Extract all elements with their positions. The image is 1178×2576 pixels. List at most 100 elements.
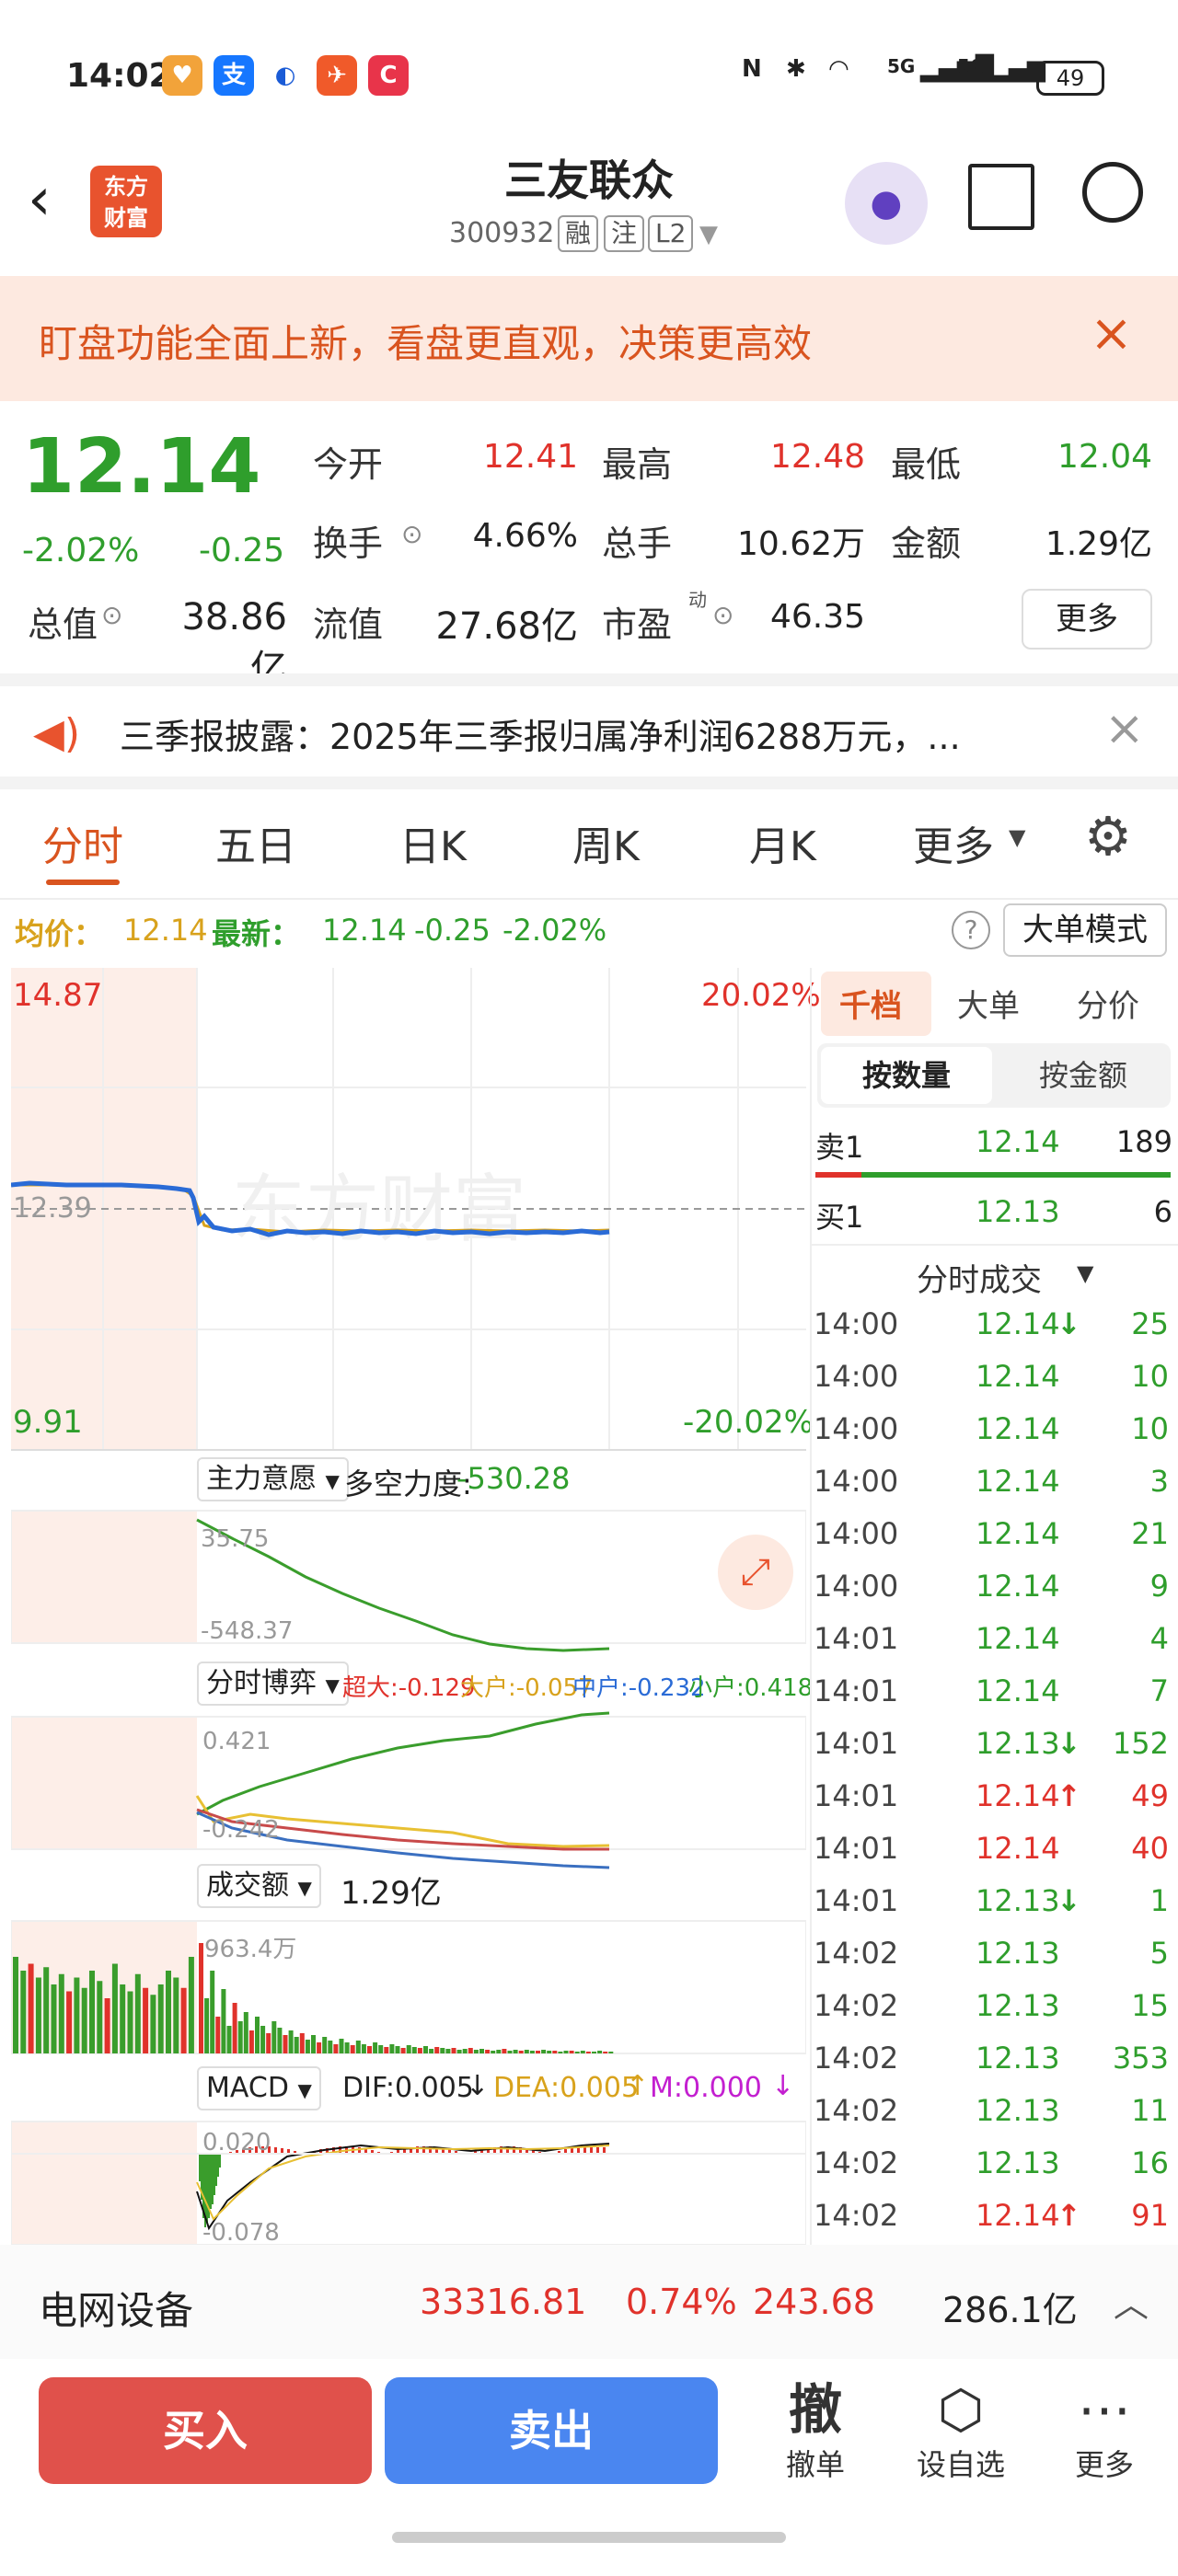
trade-list[interactable]: 14:00 12.14 ↓ 25 14:00 12.14 10 14:00 12.14 10 14:…	[814, 1306, 1174, 2245]
volume-bar	[547, 2051, 552, 2053]
help-icon[interactable]: ?	[952, 911, 990, 949]
volume-bar	[529, 2051, 535, 2053]
tab-daily-k[interactable]: 日K	[399, 813, 467, 872]
arrow-down-icon: ↓	[771, 2070, 795, 2102]
indicator-3-value: 1.29亿	[341, 1875, 442, 1912]
big-order-mode-button[interactable]: 大单模式	[1003, 903, 1167, 957]
volume-bar	[81, 1987, 87, 2053]
chevron-down-icon: ▼	[297, 1877, 312, 1899]
chart-watermark: 东方财富	[232, 1168, 526, 1250]
tab-weekly-k[interactable]: 周K	[572, 813, 640, 872]
gear-icon[interactable]: ⚙	[1084, 810, 1132, 863]
float-value: 27.68亿	[435, 605, 578, 648]
indicator-4-max: 0.020	[202, 2129, 271, 2156]
home-indicator[interactable]	[392, 2532, 786, 2543]
indicator-2-mid: 中户:-0.232	[572, 1674, 706, 1702]
trade-row: 14:00 12.14 10	[814, 1411, 1174, 1464]
trades-title[interactable]: 分时成交	[917, 1255, 1042, 1300]
close-icon[interactable]: ×	[1104, 701, 1145, 756]
intraday-chart[interactable]: 东方财富	[11, 968, 806, 2245]
more-actions-button[interactable]: ⋯ 更多	[1049, 2377, 1160, 2484]
ai-assistant-icon[interactable]: ●	[845, 162, 928, 245]
tab-more[interactable]: 更多	[913, 813, 994, 872]
indicator-3-max: 963.4万	[204, 1936, 297, 1963]
volume-bar	[199, 1943, 203, 2053]
macd-bar	[214, 2154, 215, 2195]
volume-bar	[445, 2049, 451, 2053]
trade-price: 12.13	[976, 1936, 1060, 1971]
trade-qty: 15	[1131, 1988, 1169, 2023]
open-value: 12.41	[482, 438, 578, 476]
tab-order-depth[interactable]: 千档	[839, 981, 902, 1026]
subtab-by-quantity[interactable]: 按数量	[821, 1047, 992, 1104]
trade-direction-icon: ↑	[1057, 1778, 1081, 1813]
float-label: 流值	[313, 604, 384, 645]
tab-indicator	[46, 880, 120, 885]
latest-percent: -2.02%	[502, 913, 607, 948]
search-icon[interactable]	[1082, 162, 1143, 223]
volume-bar	[541, 2050, 547, 2053]
volume-bar	[221, 1989, 226, 2053]
pe-value: 46.35	[769, 598, 865, 636]
info-icon[interactable]: ⊙	[101, 600, 122, 630]
more-dots-icon: ⋯	[1078, 2378, 1131, 2441]
trade-price: 12.14	[976, 1411, 1060, 1446]
volume-bar	[294, 2037, 299, 2053]
tab-intraday[interactable]: 分时	[42, 813, 123, 872]
turnover-label: 换手	[313, 523, 384, 564]
buy-button[interactable]: 买入	[39, 2377, 372, 2484]
indicator-4-label: MACD	[206, 2072, 289, 2104]
trade-price: 12.14	[976, 1778, 1060, 1813]
signal-label-2: 5G	[957, 55, 986, 77]
more-button[interactable]: 更多	[1022, 589, 1152, 650]
sector-amount: 286.1亿	[942, 2290, 1078, 2330]
tab-five-day[interactable]: 五日	[215, 813, 296, 872]
sell-button[interactable]: 卖出	[385, 2377, 718, 2484]
add-watchlist-button[interactable]: ⬡ 设自选	[906, 2377, 1016, 2484]
volume-bar	[35, 1977, 41, 2053]
volume-bar	[74, 1977, 80, 2053]
trade-price: 12.13	[976, 1883, 1060, 1918]
tab-monthly-k[interactable]: 月K	[749, 813, 816, 872]
indicator-selector-3[interactable]: 成交额 ▼	[197, 1864, 321, 1908]
indicator-selector-2[interactable]: 分时博弈 ▼	[197, 1662, 349, 1706]
subtab-by-amount[interactable]: 按金额	[998, 1047, 1169, 1104]
trade-time: 14:01	[814, 1726, 899, 1761]
chevron-down-icon: ▼	[297, 2079, 312, 2101]
volume-bar	[111, 1963, 118, 2053]
volume-bar	[344, 2042, 350, 2053]
volume-bar	[395, 2046, 400, 2053]
trade-direction-icon: ↓	[1057, 1883, 1081, 1918]
indicator-selector-1[interactable]: 主力意愿 ▼	[197, 1457, 349, 1501]
info-icon[interactable]: ⊙	[712, 600, 733, 630]
trade-price: 12.13	[976, 2041, 1060, 2076]
volume-bar	[406, 2045, 411, 2053]
chart-top-percent: 20.02%	[701, 977, 821, 1014]
macd-bar	[210, 2154, 212, 2209]
share-icon[interactable]	[968, 164, 1034, 230]
volume-bar	[473, 2050, 479, 2053]
cancel-icon: 撤	[788, 2378, 842, 2441]
volume-bar	[58, 1973, 64, 2053]
volume-bar	[411, 2047, 417, 2053]
volume-bar	[283, 2035, 288, 2053]
volume-bar	[384, 2047, 389, 2053]
volume-bar	[51, 1984, 57, 2053]
indicator-selector-4[interactable]: MACD ▼	[197, 2066, 321, 2110]
volume-bar	[299, 2033, 305, 2053]
ask-bid-ratio-bar	[815, 1172, 1171, 1178]
trade-time: 14:02	[814, 2041, 899, 2076]
tab-price-distribution[interactable]: 分价	[1077, 981, 1139, 1026]
trade-qty: 5	[1149, 1936, 1169, 1971]
volume-bar	[266, 2033, 271, 2053]
trade-row: 14:00 12.14 3	[814, 1464, 1174, 1516]
volume-bar	[592, 2052, 596, 2053]
volume-bar	[226, 2026, 232, 2053]
chevron-up-icon[interactable]: ︿	[1114, 2276, 1149, 2327]
expand-icon[interactable]: ⤢	[718, 1535, 793, 1610]
close-icon[interactable]: ×	[1090, 304, 1133, 363]
info-icon[interactable]: ⊙	[401, 519, 422, 549]
cancel-order-button[interactable]: 撤 撤单	[760, 2377, 871, 2484]
tab-big-orders[interactable]: 大单	[957, 981, 1020, 1026]
dropdown-caret-icon[interactable]: ▼	[699, 221, 718, 248]
